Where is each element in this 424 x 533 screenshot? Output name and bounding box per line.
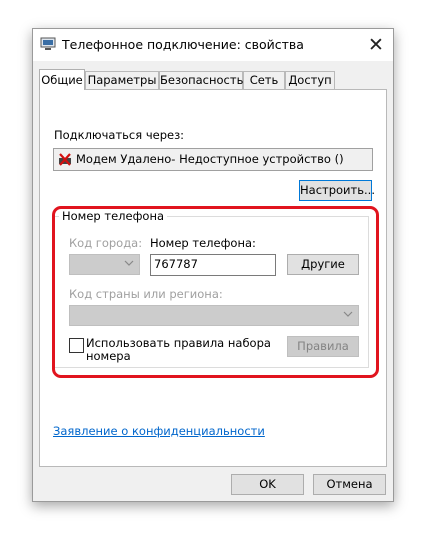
tab-options[interactable]: Параметры xyxy=(85,71,159,89)
device-list-item[interactable]: Модем Удалено- Недоступное устройство () xyxy=(53,148,373,171)
phone-number-highlight xyxy=(52,206,379,378)
title-bar[interactable]: Телефонное подключение: свойства ✕ xyxy=(33,29,393,61)
close-icon[interactable]: ✕ xyxy=(359,29,393,61)
cancel-button[interactable]: Отмена xyxy=(313,474,386,495)
device-name: Модем Удалено- Недоступное устройство () xyxy=(76,152,344,166)
window-title: Телефонное подключение: свойства xyxy=(62,37,304,52)
connect-via-label: Подключаться через: xyxy=(54,128,185,142)
privacy-statement-link[interactable]: Заявление о конфиденциальности xyxy=(53,424,265,438)
properties-dialog: Телефонное подключение: свойства ✕ Общие… xyxy=(32,28,394,502)
ok-button[interactable]: OK xyxy=(231,474,304,495)
general-tab-panel: Подключаться через: Модем Удалено- Недос… xyxy=(39,89,387,467)
tab-security[interactable]: Безопасность xyxy=(159,71,243,89)
tab-network[interactable]: Сеть xyxy=(243,71,285,89)
modem-unavailable-icon xyxy=(59,153,71,166)
tab-sharing[interactable]: Доступ xyxy=(285,71,335,89)
network-connection-icon xyxy=(40,37,56,50)
tab-general[interactable]: Общие xyxy=(39,69,85,90)
configure-button[interactable]: Настроить... xyxy=(299,180,375,201)
